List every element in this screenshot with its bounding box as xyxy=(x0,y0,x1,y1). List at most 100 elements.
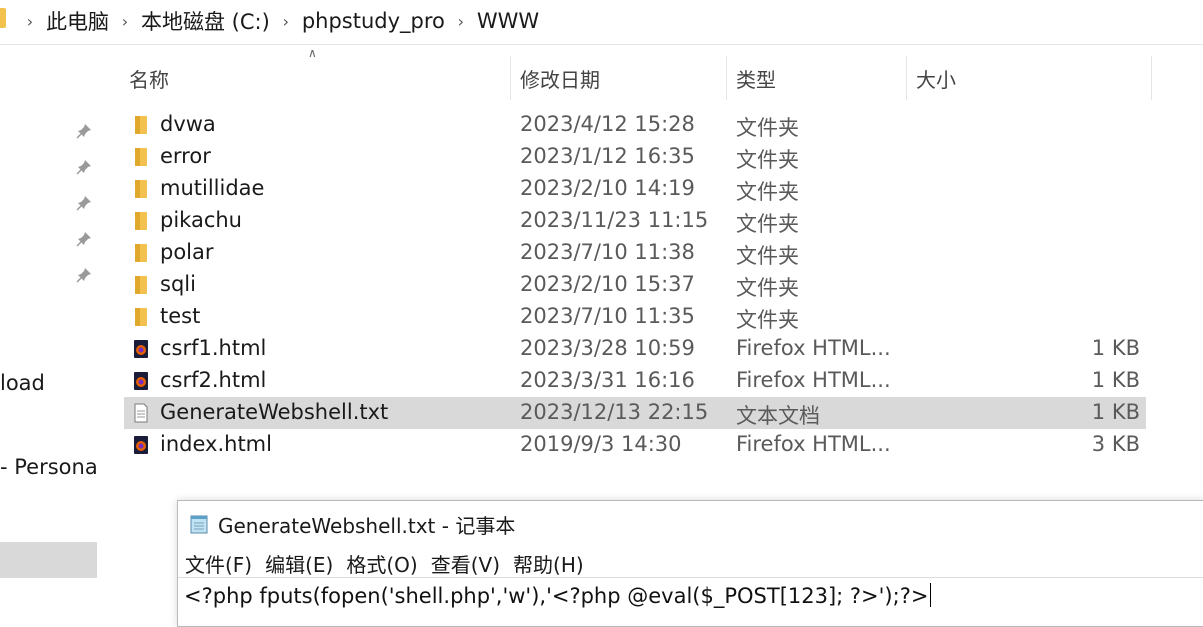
file-type: 文件夹 xyxy=(736,276,799,300)
file-type: 文件夹 xyxy=(736,308,799,332)
menu-view[interactable]: 查看(V) xyxy=(431,549,500,578)
file-row-csrf1[interactable]: csrf1.html 2023/3/28 10:59 Firefox HTML.… xyxy=(124,333,1146,365)
file-row-generatewebshell[interactable]: GenerateWebshell.txt 2023/12/13 22:15 文本… xyxy=(124,397,1146,429)
nav-item-download[interactable]: load xyxy=(0,371,45,395)
folder-icon xyxy=(135,116,147,134)
address-bar[interactable]: › 此电脑 › 本地磁盘 (C:) › phpstudy_pro › WWW xyxy=(0,0,1203,45)
file-type: 文本文档 xyxy=(736,404,820,428)
breadcrumb-local-disk[interactable]: 本地磁盘 (C:) xyxy=(137,6,274,36)
file-type: 文件夹 xyxy=(736,212,799,236)
column-size[interactable]: 大小 xyxy=(916,64,956,93)
file-row-error[interactable]: error 2023/1/12 16:35 文件夹 xyxy=(124,141,1146,173)
file-type: 文件夹 xyxy=(736,180,799,204)
notepad-content: <?php fputs(fopen('shell.php','w'),'<?ph… xyxy=(184,583,932,608)
column-divider[interactable] xyxy=(726,56,727,100)
file-row-test[interactable]: test 2023/7/10 11:35 文件夹 xyxy=(124,301,1146,333)
file-date: 2023/2/10 15:37 xyxy=(520,272,695,296)
file-row-index[interactable]: index.html 2019/9/3 14:30 Firefox HTML..… xyxy=(124,429,1146,461)
file-type: Firefox HTML... xyxy=(736,432,891,456)
column-divider[interactable] xyxy=(906,56,907,100)
file-size: 1 KB xyxy=(1091,336,1140,360)
file-date: 2023/1/12 16:35 xyxy=(520,144,695,168)
text-caret xyxy=(930,583,932,607)
file-date: 2019/9/3 14:30 xyxy=(520,432,682,456)
file-name: csrf1.html xyxy=(160,336,267,360)
folder-icon xyxy=(0,8,6,28)
folder-icon xyxy=(135,244,147,262)
file-size: 1 KB xyxy=(1091,400,1140,424)
notepad-window[interactable]: GenerateWebshell.txt - 记事本 文件(F) 编辑(E) 格… xyxy=(177,500,1203,627)
file-type: 文件夹 xyxy=(736,116,799,140)
pin-icon xyxy=(76,160,91,175)
file-row-pikachu[interactable]: pikachu 2023/11/23 11:15 文件夹 xyxy=(124,205,1146,237)
column-divider[interactable] xyxy=(1151,56,1152,100)
file-row-dvwa[interactable]: dvwa 2023/4/12 15:28 文件夹 xyxy=(124,109,1146,141)
menu-edit[interactable]: 编辑(E) xyxy=(265,549,333,578)
folder-icon xyxy=(135,180,147,198)
nav-item-selected[interactable] xyxy=(0,542,97,578)
file-name: GenerateWebshell.txt xyxy=(160,400,389,424)
file-name: csrf2.html xyxy=(160,368,267,392)
file-name: index.html xyxy=(160,432,272,456)
column-divider[interactable] xyxy=(510,56,511,100)
firefox-html-icon xyxy=(134,340,148,358)
notepad-title: GenerateWebshell.txt - 记事本 xyxy=(218,513,516,538)
breadcrumb: › 此电脑 › 本地磁盘 (C:) › phpstudy_pro › WWW xyxy=(18,6,543,36)
folder-icon xyxy=(135,276,147,294)
column-type[interactable]: 类型 xyxy=(736,64,776,93)
file-list: dvwa 2023/4/12 15:28 文件夹 error 2023/1/12… xyxy=(124,109,1146,461)
nav-item-personal[interactable]: - Persona xyxy=(0,455,98,479)
file-name: dvwa xyxy=(160,112,216,136)
file-date: 2023/11/23 11:15 xyxy=(520,208,709,232)
folder-icon xyxy=(135,308,147,326)
chevron-right-icon[interactable]: › xyxy=(18,12,42,31)
file-date: 2023/7/10 11:38 xyxy=(520,240,695,264)
file-name: pikachu xyxy=(160,208,242,232)
pin-icon xyxy=(76,268,91,283)
chevron-right-icon[interactable]: › xyxy=(449,12,473,31)
menu-file[interactable]: 文件(F) xyxy=(185,549,252,578)
file-type: Firefox HTML... xyxy=(736,368,891,392)
file-name: error xyxy=(160,144,211,168)
file-row-csrf2[interactable]: csrf2.html 2023/3/31 16:16 Firefox HTML.… xyxy=(124,365,1146,397)
column-date-modified[interactable]: 修改日期 xyxy=(520,64,600,93)
notepad-icon xyxy=(190,515,208,534)
file-row-mutillidae[interactable]: mutillidae 2023/2/10 14:19 文件夹 xyxy=(124,173,1146,205)
menu-format[interactable]: 格式(O) xyxy=(346,549,417,578)
file-date: 2023/2/10 14:19 xyxy=(520,176,695,200)
folder-icon xyxy=(135,148,147,166)
notepad-content-text: <?php fputs(fopen('shell.php','w'),'<?ph… xyxy=(184,584,929,608)
breadcrumb-phpstudy[interactable]: phpstudy_pro xyxy=(298,9,449,33)
folder-icon xyxy=(135,212,147,230)
pin-icon xyxy=(76,124,91,139)
breadcrumb-www[interactable]: WWW xyxy=(473,9,543,33)
file-type: 文件夹 xyxy=(736,148,799,172)
chevron-right-icon[interactable]: › xyxy=(113,12,137,31)
file-type: Firefox HTML... xyxy=(736,336,891,360)
pin-icon xyxy=(76,232,91,247)
file-date: 2023/12/13 22:15 xyxy=(520,400,709,424)
file-date: 2023/3/31 16:16 xyxy=(520,368,695,392)
sort-ascending-icon: ∧ xyxy=(308,46,317,60)
pin-icon xyxy=(76,196,91,211)
file-name: polar xyxy=(160,240,214,264)
notepad-menu-bar: 文件(F) 编辑(E) 格式(O) 查看(V) 帮助(H) xyxy=(185,549,597,578)
chevron-right-icon[interactable]: › xyxy=(274,12,298,31)
file-date: 2023/4/12 15:28 xyxy=(520,112,695,136)
file-size: 1 KB xyxy=(1091,368,1140,392)
navigation-pane: load - Persona xyxy=(0,45,100,619)
file-size: 3 KB xyxy=(1091,432,1140,456)
column-name[interactable]: 名称 xyxy=(129,64,169,93)
firefox-html-icon xyxy=(134,436,148,454)
breadcrumb-this-pc[interactable]: 此电脑 xyxy=(42,6,113,36)
text-file-icon xyxy=(134,403,148,423)
notepad-title-bar[interactable]: GenerateWebshell.txt - 记事本 xyxy=(188,511,516,538)
file-type: 文件夹 xyxy=(736,244,799,268)
file-name: test xyxy=(160,304,201,328)
file-row-sqli[interactable]: sqli 2023/2/10 15:37 文件夹 xyxy=(124,269,1146,301)
file-name: sqli xyxy=(160,272,196,296)
firefox-html-icon xyxy=(134,372,148,390)
file-date: 2023/7/10 11:35 xyxy=(520,304,695,328)
menu-help[interactable]: 帮助(H) xyxy=(513,549,584,578)
file-row-polar[interactable]: polar 2023/7/10 11:38 文件夹 xyxy=(124,237,1146,269)
